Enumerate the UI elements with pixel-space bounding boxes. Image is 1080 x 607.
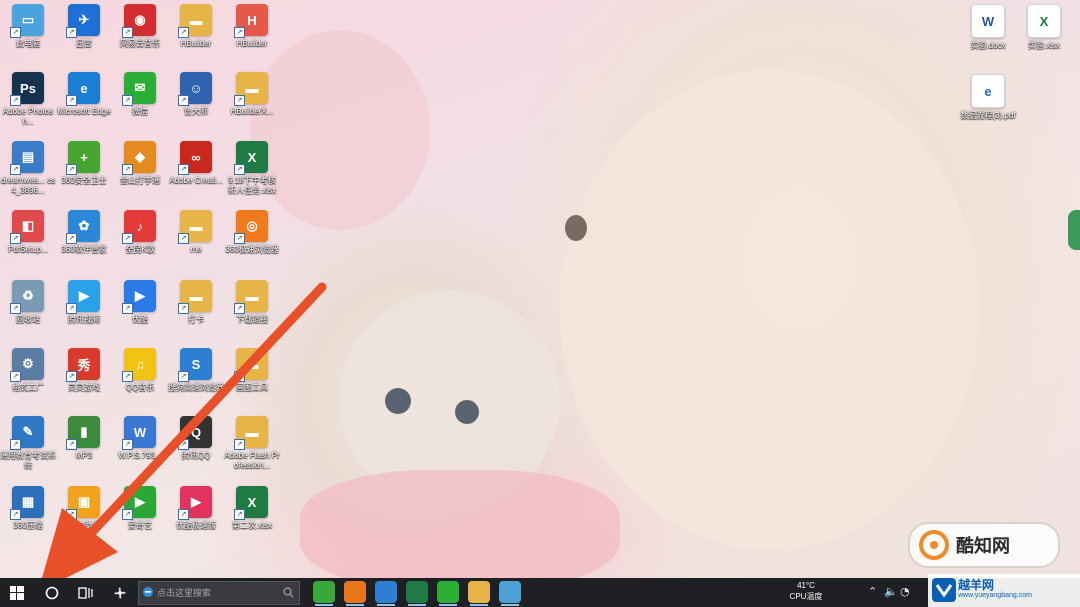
search-icon — [283, 587, 294, 598]
taskbar-app-button[interactable] — [313, 581, 335, 606]
watermark-site-logo-icon — [932, 578, 956, 602]
taskbar-search-box[interactable]: 点击这里搜索 — [138, 581, 300, 605]
fan-app-icon — [114, 586, 126, 599]
cortana-button[interactable] — [36, 578, 68, 607]
task-view-icon — [78, 586, 93, 599]
tray-overflow-chevron-icon[interactable]: ⌃ — [868, 585, 877, 598]
cpu-temperature-widget[interactable]: 41°C CPU温度 — [782, 580, 830, 602]
taskbar-app-underline — [501, 604, 519, 606]
taskbar-app-underline — [315, 604, 333, 606]
cortana-circle-icon — [45, 586, 59, 599]
taskbar-app-underline — [470, 604, 488, 606]
edge-e-icon — [143, 587, 153, 597]
arrow-shaft — [75, 282, 327, 550]
cpu-temp-label: CPU温度 — [789, 592, 823, 601]
watermark-logo-icon — [919, 530, 949, 560]
taskbar-app-underline — [346, 604, 364, 606]
taskbar-app-underline — [439, 604, 457, 606]
taskbar-app-button[interactable] — [344, 581, 366, 606]
watermark-badge: 酷知网 — [908, 522, 1060, 568]
taskbar-app-button[interactable] — [375, 581, 397, 606]
volume-icon[interactable]: 🔈 — [884, 585, 898, 598]
taskbar: 点击这里搜索 41°C CPU温度 ⌃ 🔈 ◔ — [0, 578, 1080, 607]
watermark-site-name: 越羊网 — [958, 578, 995, 592]
windows-logo-icon — [10, 585, 24, 600]
network-icon[interactable]: ◔ — [900, 585, 910, 598]
taskbar-app-underline — [408, 604, 426, 606]
taskbar-app-button[interactable] — [468, 581, 490, 606]
watermark-site-badge: 越羊网 www.yueyangbang.com — [928, 574, 1080, 607]
search-placeholder: 点击这里搜索 — [157, 588, 212, 598]
red-annotation-arrow — [38, 282, 327, 592]
taskbar-app-underline — [377, 604, 395, 606]
taskbar-app-button[interactable] — [437, 581, 459, 606]
start-button[interactable] — [0, 578, 34, 607]
pinned-fan-app[interactable] — [104, 578, 136, 607]
task-view-button[interactable] — [70, 578, 102, 607]
taskbar-app-button[interactable] — [406, 581, 428, 606]
cpu-temp-value: 41°C — [797, 581, 815, 590]
watermark-site-url: www.yueyangbang.com — [958, 592, 1032, 599]
taskbar-app-button[interactable] — [499, 581, 521, 606]
watermark-text: 酷知网 — [956, 536, 1010, 557]
